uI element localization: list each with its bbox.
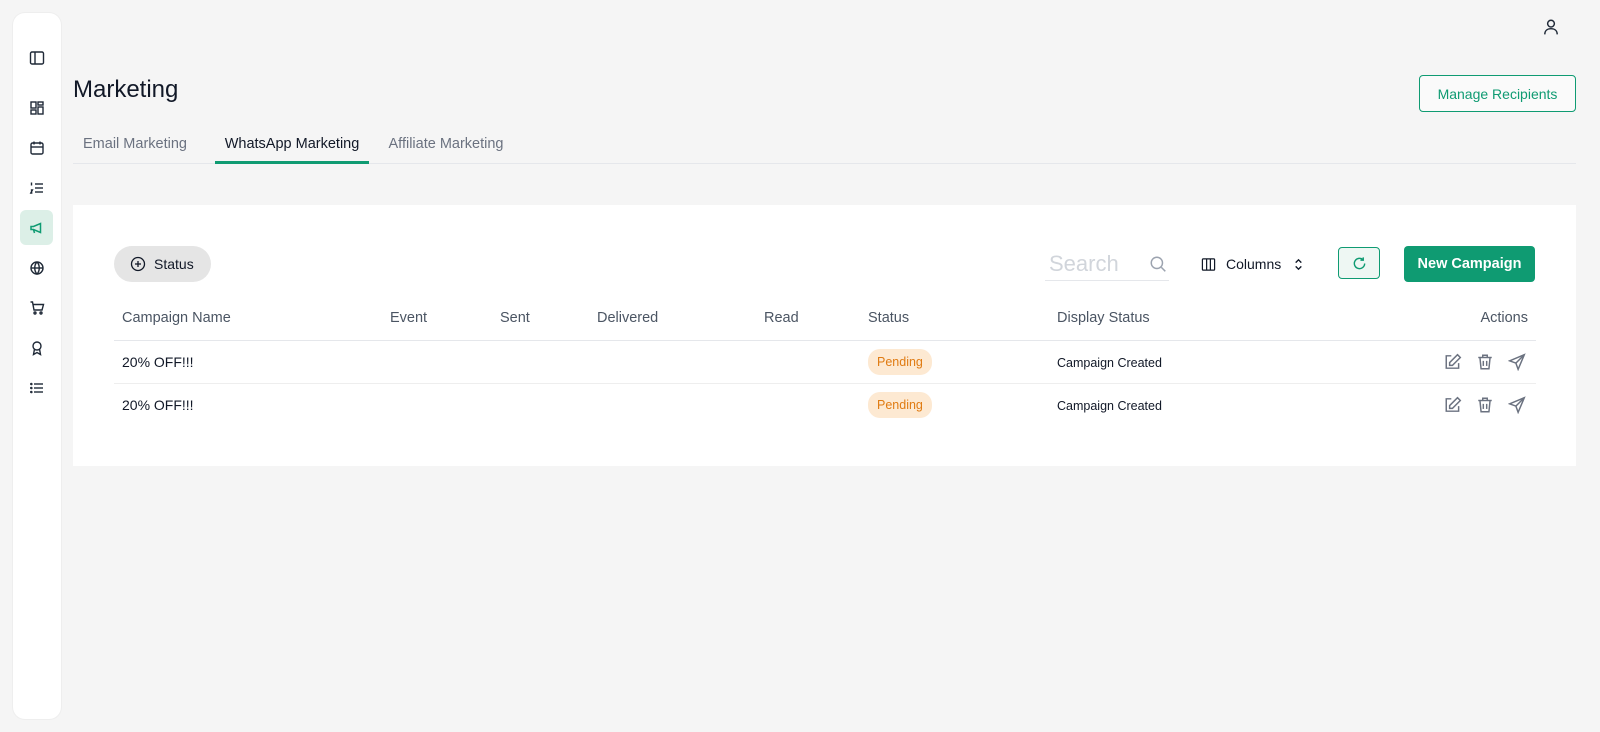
cell-status: Pending	[860, 383, 1049, 426]
table-header-row: Campaign Name Event Sent Delivered Read …	[114, 297, 1536, 341]
list-icon	[29, 382, 43, 393]
header-display-status[interactable]: Display Status	[1049, 297, 1294, 341]
status-badge: Pending	[868, 348, 932, 375]
page-title: Marketing	[73, 76, 179, 103]
status-badge: Pending	[868, 391, 932, 418]
campaigns-card: Status Columns New Campaign Campaign Nam…	[73, 205, 1576, 466]
sidebar-item-globe[interactable]	[20, 250, 53, 285]
cell-status: Pending	[860, 340, 1049, 384]
cell-read	[756, 340, 860, 384]
cell-sent	[492, 340, 589, 384]
header-read[interactable]: Read	[756, 297, 860, 341]
campaigns-table: Campaign Name Event Sent Delivered Read …	[114, 297, 1536, 426]
trash-icon[interactable]	[1476, 353, 1494, 371]
search-box	[1045, 247, 1169, 281]
cell-delivered	[589, 383, 756, 426]
award-icon	[31, 340, 42, 356]
cell-campaign-name: 20% OFF!!!	[114, 340, 382, 384]
search-icon[interactable]	[1149, 255, 1167, 273]
cell-event	[382, 383, 492, 426]
cell-sent	[492, 383, 589, 426]
cell-event	[382, 340, 492, 384]
header-delivered[interactable]: Delivered	[589, 297, 756, 341]
edit-icon[interactable]	[1444, 396, 1462, 414]
search-input[interactable]	[1045, 250, 1145, 277]
columns-icon	[1201, 257, 1216, 271]
globe-icon	[29, 260, 44, 275]
send-icon[interactable]	[1508, 352, 1526, 371]
header-event[interactable]: Event	[382, 297, 492, 341]
refresh-button[interactable]	[1338, 247, 1380, 279]
header-status[interactable]: Status	[860, 297, 1049, 341]
cart-icon	[30, 300, 44, 315]
columns-label: Columns	[1226, 256, 1282, 272]
display-status-text: Campaign Created	[1057, 355, 1162, 370]
user-icon[interactable]	[1542, 18, 1560, 36]
ordered-list-icon	[29, 182, 43, 194]
cell-actions	[1294, 340, 1536, 384]
columns-button[interactable]: Columns	[1201, 249, 1306, 279]
sidebar	[13, 13, 61, 719]
cell-read	[756, 383, 860, 426]
megaphone-icon	[29, 221, 41, 234]
sidebar-item-marketing[interactable]	[20, 210, 53, 245]
header-sent[interactable]: Sent	[492, 297, 589, 341]
cell-actions	[1294, 383, 1536, 426]
plus-circle-icon	[130, 256, 146, 272]
dashboard-icon	[29, 100, 44, 115]
sidebar-item-award[interactable]	[20, 330, 53, 365]
table-row: 20% OFF!!! Pending Campaign Created	[114, 340, 1536, 384]
edit-icon[interactable]	[1444, 353, 1462, 371]
sidebar-item-ordered-list[interactable]	[20, 170, 53, 205]
cell-campaign-name: 20% OFF!!!	[122, 396, 194, 413]
status-filter-button[interactable]: Status	[114, 246, 211, 282]
header-actions: Actions	[1294, 297, 1536, 341]
calendar-icon	[29, 141, 44, 155]
tab-whatsapp-marketing[interactable]: WhatsApp Marketing	[215, 126, 369, 164]
table-row: 20% OFF!!! Pending Campaign Created	[114, 383, 1536, 426]
refresh-icon	[1353, 256, 1365, 269]
chevron-up-down-icon	[1295, 258, 1303, 270]
cell-display-status: Campaign Created	[1049, 383, 1294, 426]
sidebar-item-list[interactable]	[20, 370, 53, 405]
trash-icon[interactable]	[1476, 396, 1494, 414]
tab-email-marketing[interactable]: Email Marketing	[73, 126, 197, 164]
send-icon[interactable]	[1508, 396, 1526, 414]
display-status-text: Campaign Created	[1057, 398, 1162, 413]
cell-display-status: Campaign Created	[1049, 340, 1294, 384]
sidebar-item-calendar[interactable]	[20, 130, 53, 165]
tab-affiliate-marketing[interactable]: Affiliate Marketing	[383, 126, 509, 164]
cell-delivered	[589, 340, 756, 384]
header-campaign-name[interactable]: Campaign Name	[114, 297, 382, 341]
panel-toggle-icon	[29, 50, 44, 65]
manage-recipients-button[interactable]: Manage Recipients	[1419, 75, 1576, 112]
sidebar-item-cart[interactable]	[20, 290, 53, 325]
status-filter-label: Status	[154, 256, 194, 272]
sidebar-toggle-button[interactable]	[20, 40, 53, 75]
new-campaign-button[interactable]: New Campaign	[1404, 246, 1535, 282]
sidebar-item-dashboard[interactable]	[20, 90, 53, 125]
tab-bar: Email Marketing WhatsApp Marketing Affil…	[73, 126, 1576, 164]
